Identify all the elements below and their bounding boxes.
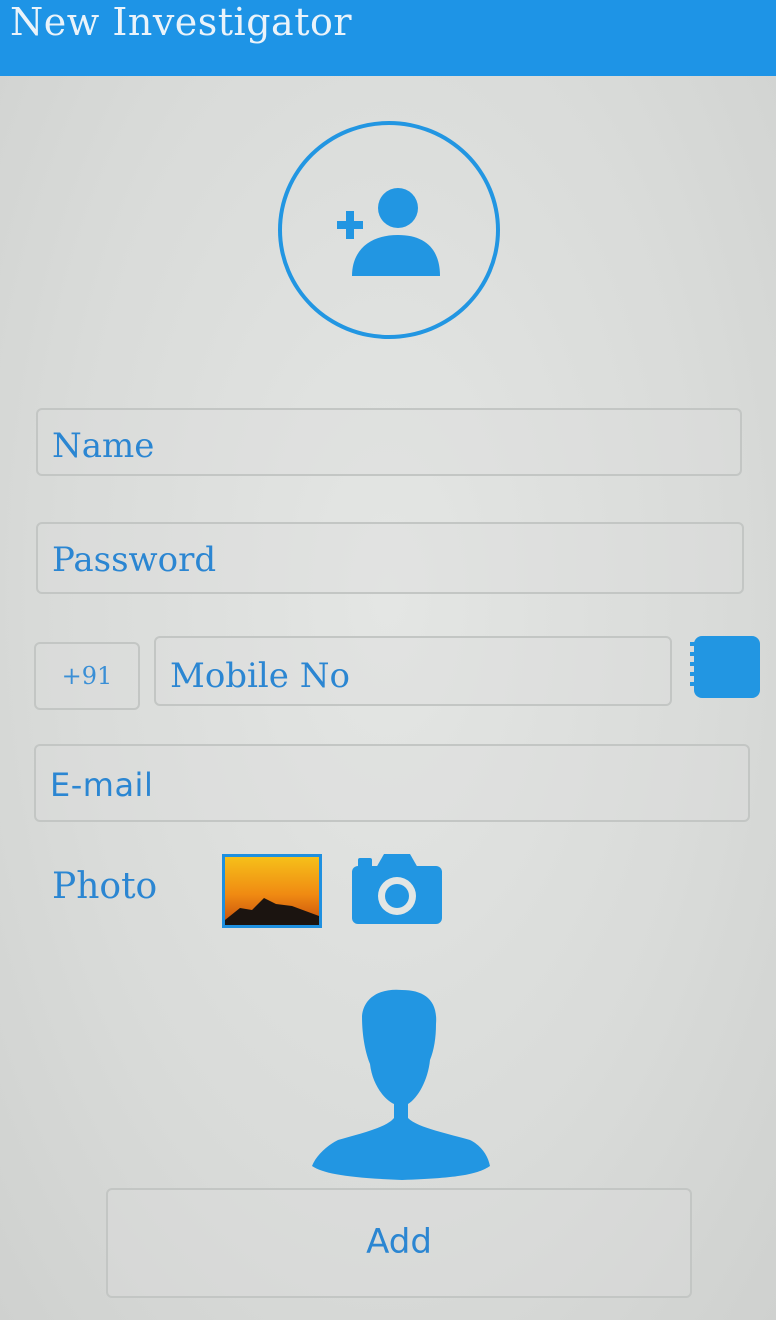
gallery-button[interactable] <box>222 854 322 932</box>
app-title: New Investigator <box>10 0 353 44</box>
add-button[interactable]: Add <box>106 1188 692 1298</box>
person-silhouette-icon <box>312 989 490 1180</box>
mobile-field[interactable]: Mobile No <box>154 636 672 706</box>
photo-preview <box>310 988 494 1186</box>
camera-icon <box>352 854 442 924</box>
password-field[interactable]: Password <box>36 522 744 594</box>
name-field[interactable]: Name <box>36 408 742 476</box>
contacts-book-icon <box>690 636 760 698</box>
name-placeholder: Name <box>52 426 155 466</box>
country-code-field[interactable]: +91 <box>34 642 140 710</box>
password-placeholder: Password <box>52 540 217 580</box>
photo-label: Photo <box>52 866 158 907</box>
gallery-image-icon <box>222 854 322 928</box>
add-button-label: Add <box>366 1222 432 1262</box>
email-field[interactable]: E-mail <box>34 744 750 822</box>
screen: New Investigator Name Password +91 Mobil… <box>0 0 776 1320</box>
camera-button[interactable] <box>350 852 444 930</box>
contacts-book-button[interactable] <box>690 634 762 704</box>
add-person-icon <box>337 188 440 276</box>
country-code-value: +91 <box>61 662 113 690</box>
email-placeholder: E-mail <box>50 766 154 804</box>
add-person-button[interactable] <box>278 121 500 339</box>
app-bar: New Investigator <box>0 0 776 76</box>
mobile-placeholder: Mobile No <box>170 656 350 696</box>
